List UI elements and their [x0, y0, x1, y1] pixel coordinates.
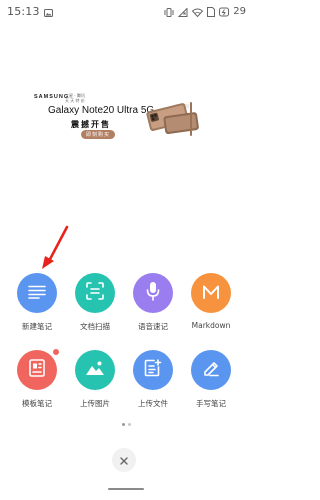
document-scan-button[interactable]: 文档扫描 — [66, 273, 124, 332]
upload-file-circle — [133, 350, 173, 390]
new-note-button[interactable]: 新建笔记 — [8, 273, 66, 332]
sim-icon — [207, 2, 216, 21]
markdown-label: Markdown — [191, 321, 231, 330]
markdown-icon — [202, 284, 220, 303]
handwriting-note-label: 手写笔记 — [196, 399, 226, 408]
status-bar: 15:13 29 — [0, 0, 252, 22]
upload-file-button[interactable]: 上传文件 — [124, 350, 182, 409]
note-lines-icon — [28, 284, 46, 303]
upload-file-icon — [144, 359, 162, 381]
banner-model: Galaxy Note20 Ultra 5G — [48, 105, 155, 116]
new-note-label: 新建笔记 — [22, 322, 52, 331]
banner-brand: SAMSUNG — [34, 94, 70, 100]
page-indicator — [0, 423, 252, 426]
vibrate-icon — [164, 2, 174, 21]
upload-file-label: 上传文件 — [138, 399, 168, 408]
home-indicator[interactable] — [108, 488, 144, 490]
handwriting-note-button[interactable]: 手写笔记 — [182, 350, 240, 409]
template-note-circle — [17, 349, 59, 390]
template-icon — [29, 359, 45, 381]
template-note-label: 模板笔记 — [22, 399, 52, 408]
banner-brand-sub: 三星 · 腾讯 天 天 特 价 — [65, 93, 85, 103]
voice-memo-label: 语音速记 — [138, 322, 168, 331]
annotation-arrow-icon — [40, 225, 70, 275]
image-icon — [85, 360, 105, 380]
markdown-button[interactable]: Markdown — [182, 273, 240, 330]
scan-icon — [86, 282, 104, 304]
close-button[interactable] — [112, 448, 136, 472]
document-scan-label: 文档扫描 — [80, 322, 110, 331]
promo-banner[interactable]: SAMSUNG 三星 · 腾讯 天 天 特 价 Galaxy Note20 Ul… — [0, 68, 252, 148]
signal-x-icon — [178, 2, 188, 21]
battery-level: 29 — [233, 5, 246, 17]
status-left: 15:13 — [7, 2, 53, 21]
banner-brand-sub-line: 天 天 特 价 — [65, 98, 85, 103]
upload-image-circle — [75, 350, 115, 390]
handwriting-note-circle — [191, 350, 231, 390]
phone-product-image: 5 — [142, 96, 208, 144]
microphone-icon — [146, 281, 160, 305]
markdown-circle — [191, 273, 231, 313]
status-time: 15:13 — [7, 4, 40, 18]
handwriting-icon — [202, 359, 220, 381]
page-dot — [127, 423, 131, 426]
battery-icon — [219, 2, 230, 21]
banner-cta-button[interactable]: 即刻购买 — [81, 130, 116, 139]
close-icon — [119, 451, 129, 470]
page-dot-active — [121, 423, 125, 426]
voice-memo-circle — [133, 273, 173, 313]
status-right: 29 — [164, 2, 246, 21]
voice-memo-button[interactable]: 语音速记 — [124, 273, 182, 332]
new-note-circle — [17, 273, 57, 313]
upload-image-button[interactable]: 上传图片 — [66, 350, 124, 409]
photo-icon — [43, 2, 53, 21]
banner-headline: 震撼开售 — [71, 120, 111, 129]
upload-image-label: 上传图片 — [80, 399, 110, 408]
template-note-button[interactable]: 模板笔记 — [8, 349, 66, 409]
new-badge-dot — [53, 349, 59, 355]
wifi-icon — [192, 2, 204, 21]
document-scan-circle — [75, 273, 115, 313]
